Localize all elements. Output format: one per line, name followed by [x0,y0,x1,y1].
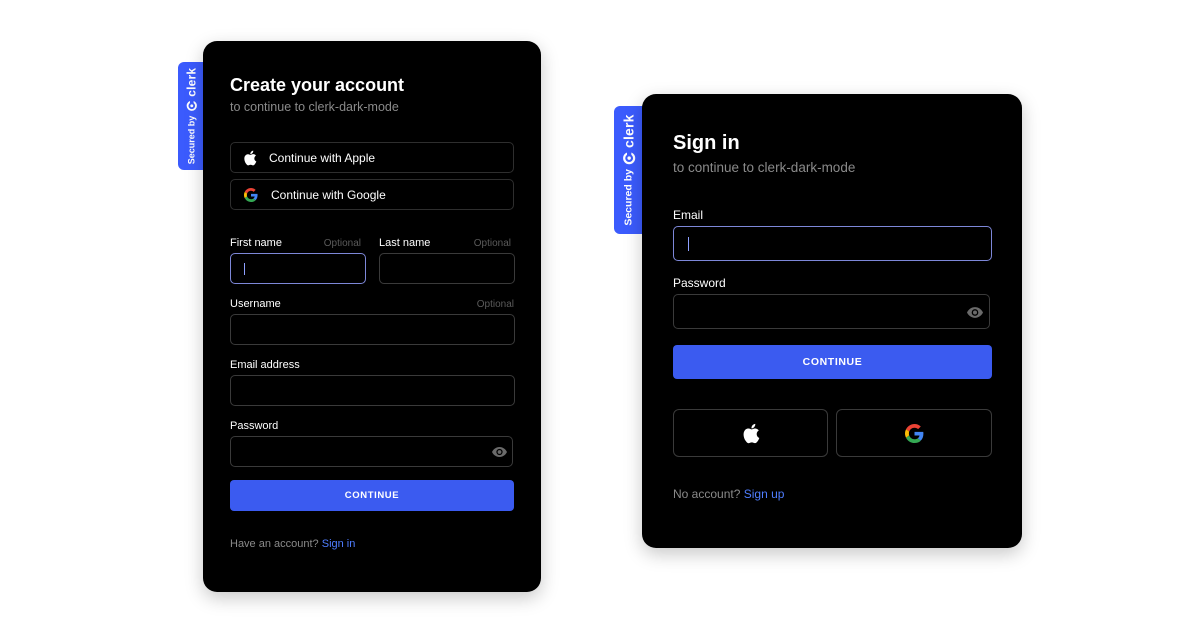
last-name-field[interactable] [379,253,515,284]
page-subtitle: to continue to clerk-dark-mode [673,160,856,175]
page-title: Create your account [230,75,405,95]
password-field[interactable] [230,436,513,467]
text-caret [688,237,689,251]
secured-by-clerk-badge[interactable]: Secured by clerk [614,106,643,234]
sign-in-with-google-button[interactable] [836,409,992,457]
clerk-logo-icon [622,152,635,165]
username-label: Username [230,298,281,310]
sign-up-link[interactable]: Sign up [744,487,785,501]
page-title: Sign in [673,132,740,154]
have-account-text: Have an account? [230,538,319,550]
signup-continue-button[interactable]: CONTINUE [230,480,514,511]
continue-with-google-label: Continue with Google [271,187,386,202]
secured-by-label: Secured by [622,169,635,226]
password-label: Password [673,276,726,290]
clerk-brand-label: clerk [184,67,198,97]
email-address-field[interactable] [230,375,515,406]
continue-with-apple-button[interactable]: Continue with Apple [230,142,514,173]
email-label: Email [673,208,704,222]
text-caret [244,263,245,275]
password-label: Password [230,420,279,432]
signup-card: Create your account to continue to clerk… [203,41,541,592]
last-name-optional-hint: Optional [473,238,511,249]
sign-in-with-apple-button[interactable] [673,409,828,457]
clerk-brand-label: clerk [620,114,637,149]
first-name-label: First name [230,237,282,249]
page-subtitle: to continue to clerk-dark-mode [230,100,399,114]
signin-card: Sign in to continue to clerk-dark-mode E… [642,94,1022,548]
email-address-label: Email address [230,359,300,371]
apple-icon [244,150,257,165]
email-field[interactable] [673,226,992,261]
username-optional-hint: Optional [476,299,514,310]
continue-with-google-button[interactable]: Continue with Google [230,179,514,210]
signin-continue-button[interactable]: CONTINUE [673,345,992,379]
signin-footer: No account? Sign up [673,487,784,501]
secured-by-clerk-badge[interactable]: Secured by clerk [178,62,204,170]
sign-in-link[interactable]: Sign in [322,538,356,550]
apple-icon [743,423,759,443]
signup-footer: Have an account? Sign in [230,538,355,550]
clerk-logo-icon [185,100,197,112]
username-field[interactable] [230,314,515,345]
first-name-field[interactable] [230,253,366,284]
first-name-optional-hint: Optional [323,238,361,249]
secured-by-label: Secured by [186,115,196,165]
password-field[interactable] [673,294,990,329]
continue-with-apple-label: Continue with Apple [269,150,376,165]
google-icon [904,423,923,443]
eye-icon[interactable] [492,447,507,457]
google-icon [244,187,258,202]
last-name-label: Last name [379,237,431,249]
eye-icon[interactable] [967,307,983,318]
no-account-text: No account? [673,487,741,501]
